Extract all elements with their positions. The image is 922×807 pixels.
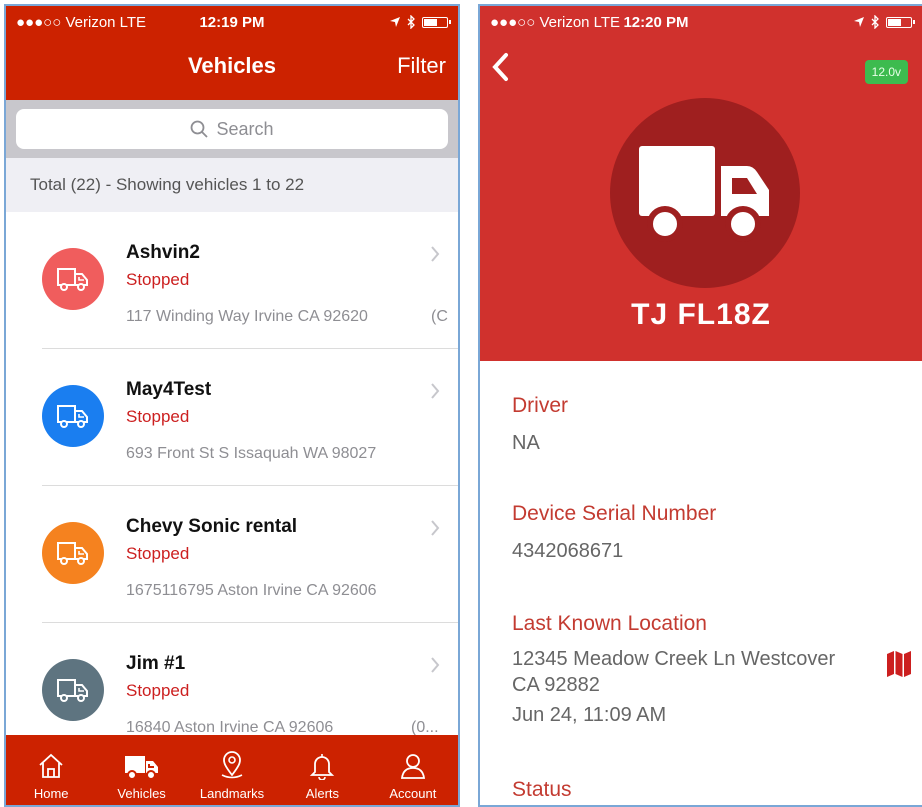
- tab-label: Landmarks: [199, 786, 265, 801]
- tab-label: Account: [389, 786, 437, 801]
- status-field: Status: [512, 778, 912, 802]
- back-arrow-icon[interactable]: [490, 52, 510, 82]
- vehicle-row-chevy-sonic-rental[interactable]: Chevy Sonic rental Stopped 1675116795 As…: [6, 486, 458, 623]
- truck-icon: [57, 679, 88, 702]
- vehicle-status: Stopped: [126, 681, 190, 700]
- serial-number-field: Device Serial Number 4342068671: [512, 502, 912, 566]
- tab-home[interactable]: Home: [6, 735, 96, 805]
- field-value: NA: [512, 432, 540, 454]
- truck-icon: [57, 542, 88, 565]
- vehicle-list: Ashvin2 Stopped 117 Winding Way Irvine C…: [6, 212, 458, 760]
- user-icon: [400, 754, 425, 779]
- home-icon: [39, 753, 63, 778]
- vehicle-status: Stopped: [126, 407, 190, 426]
- vehicle-status: Stopped: [126, 544, 190, 563]
- vehicle-hero: ●●●○○ Verizon LTE 12:20 PM 12.0v TJ FL18…: [480, 6, 922, 361]
- search-bar: Search: [6, 100, 458, 158]
- tab-vehicles[interactable]: Vehicles: [96, 735, 186, 805]
- vehicle-plate: TJ FL18Z: [631, 298, 771, 331]
- status-bar: ●●●○○ Verizon LTE 12:20 PM: [480, 6, 922, 38]
- map-icon[interactable]: [886, 650, 912, 678]
- tab-label: Vehicles: [117, 786, 166, 801]
- tab-label: Alerts: [305, 786, 340, 801]
- truck-icon: [124, 756, 158, 780]
- status-bar: ●●●○○ Verizon LTE 12:19 PM: [6, 6, 458, 38]
- page-title: Vehicles: [187, 53, 277, 78]
- vehicle-avatar: [42, 659, 104, 721]
- chevron-right-icon: [431, 246, 440, 262]
- vehicle-row-ashvin2[interactable]: Ashvin2 Stopped 117 Winding Way Irvine C…: [6, 212, 458, 349]
- location-city: CA 92882: [512, 674, 600, 696]
- vehicle-address-extra: (C: [431, 308, 448, 325]
- tab-bar: Home Vehicles Landmarks Alerts Account: [6, 735, 458, 805]
- vehicle-avatar-large: [610, 98, 800, 288]
- chevron-right-icon: [431, 657, 440, 673]
- field-value: 4342068671: [512, 540, 624, 562]
- vehicle-name: Jim #1: [126, 653, 186, 674]
- bell-icon: [310, 754, 335, 780]
- tab-account[interactable]: Account: [368, 735, 458, 805]
- voltage-badge: 12.0v: [864, 60, 908, 84]
- tab-alerts[interactable]: Alerts: [277, 735, 367, 805]
- vehicle-count-summary: Total (22) - Showing vehicles 1 to 22: [6, 158, 458, 212]
- vehicle-avatar: [42, 522, 104, 584]
- search-placeholder: Search: [216, 118, 274, 139]
- field-label: Driver: [512, 394, 568, 417]
- truck-icon: [639, 146, 769, 242]
- location-pin-icon: [221, 751, 243, 779]
- truck-icon: [57, 405, 88, 428]
- bluetooth-icon: [871, 15, 879, 29]
- truck-icon: [57, 268, 88, 291]
- vehicle-address: 693 Front St S Issaquah WA 98027: [126, 445, 377, 462]
- field-label: Last Known Location: [512, 612, 707, 635]
- field-label: Device Serial Number: [512, 502, 717, 525]
- vehicle-name: May4Test: [126, 379, 212, 400]
- vehicle-avatar: [42, 248, 104, 310]
- location-timestamp: Jun 24, 11:09 AM: [512, 704, 667, 726]
- vehicle-name: Chevy Sonic rental: [126, 516, 298, 537]
- vehicle-address: 1675116795 Aston Irvine CA 92606: [126, 582, 377, 599]
- vehicles-list-screen: ●●●○○ Verizon LTE 12:19 PM Vehicles Filt…: [4, 4, 460, 807]
- search-input[interactable]: Search: [16, 109, 448, 149]
- vehicle-avatar: [42, 385, 104, 447]
- battery-icon: [886, 16, 915, 28]
- field-label: Status: [512, 778, 572, 801]
- location-arrow-icon: [390, 17, 400, 27]
- chevron-right-icon: [431, 383, 440, 399]
- vehicle-name: Ashvin2: [126, 242, 200, 263]
- battery-icon: [422, 16, 451, 28]
- location-arrow-icon: [854, 17, 864, 27]
- tab-label: Home: [33, 786, 69, 801]
- bluetooth-icon: [407, 15, 415, 29]
- vehicle-detail-screen: ●●●○○ Verizon LTE 12:20 PM 12.0v TJ FL18…: [478, 4, 922, 807]
- last-known-location-field[interactable]: Last Known Location 12345 Meadow Creek L…: [512, 612, 912, 730]
- driver-field: Driver NA: [512, 394, 912, 458]
- chevron-right-icon: [431, 520, 440, 536]
- tab-landmarks[interactable]: Landmarks: [187, 735, 277, 805]
- vehicle-row-may4test[interactable]: May4Test Stopped 693 Front St S Issaquah…: [6, 349, 458, 486]
- filter-button[interactable]: Filter: [397, 53, 446, 79]
- navigation-bar: Vehicles Filter: [6, 38, 458, 100]
- search-icon: [191, 120, 209, 138]
- vehicle-address: 117 Winding Way Irvine CA 92620: [126, 308, 368, 325]
- app-header: ●●●○○ Verizon LTE 12:19 PM Vehicles Filt…: [6, 6, 458, 100]
- vehicle-status: Stopped: [126, 270, 190, 289]
